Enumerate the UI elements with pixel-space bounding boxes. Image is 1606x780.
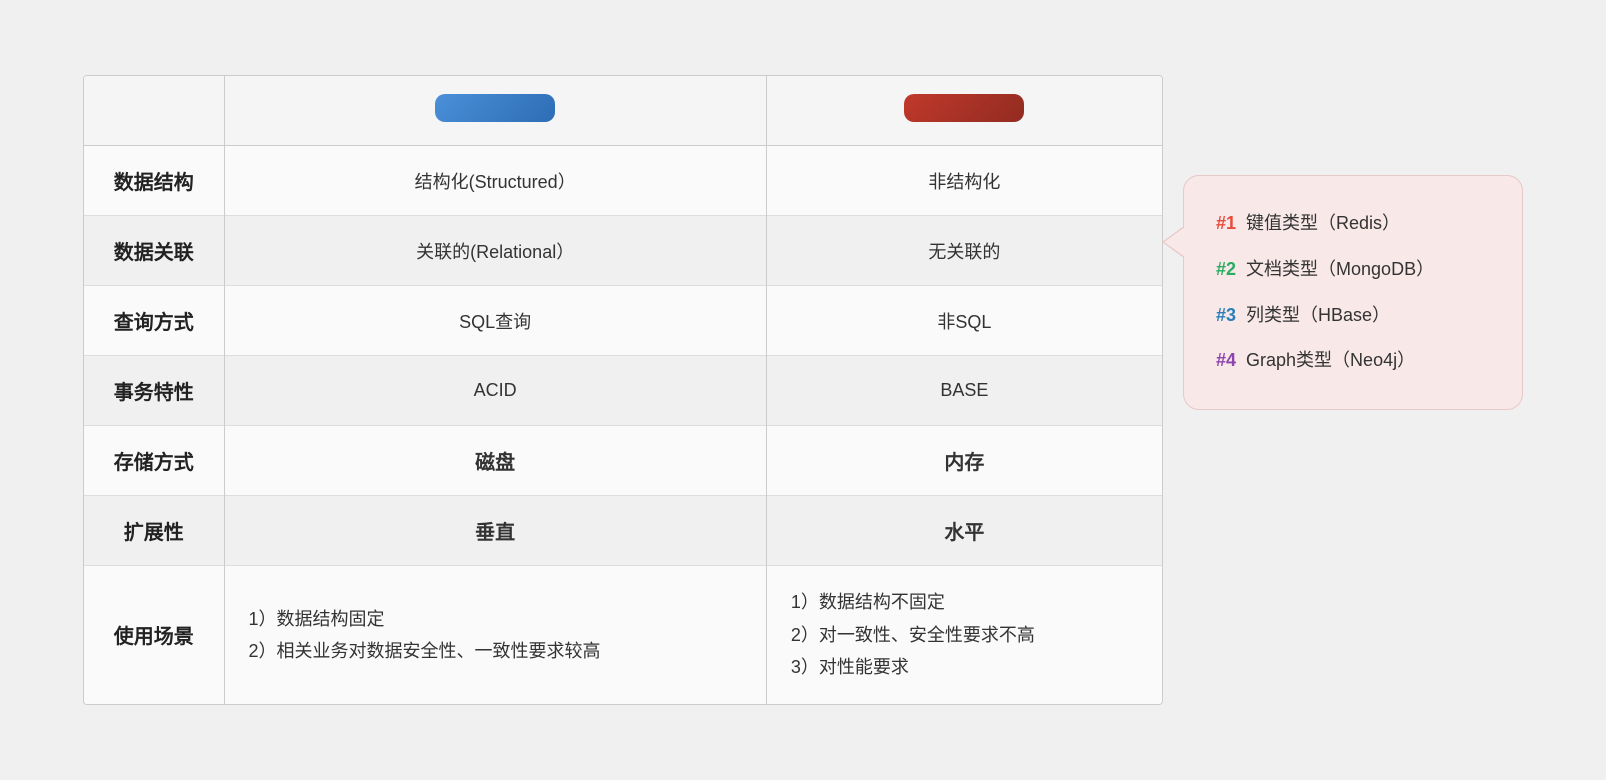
callout-number: #1 (1216, 204, 1236, 244)
sql-value: 关联的(Relational） (224, 216, 766, 286)
callout-item: #1键值类型（Redis） (1216, 204, 1490, 244)
nosql-badge (904, 94, 1024, 122)
nosql-value: 水平 (766, 496, 1162, 566)
callout-text: 键值类型（Redis） (1246, 204, 1400, 244)
sql-value: 1）数据结构固定2）相关业务对数据安全性、一致性要求较高 (224, 566, 766, 704)
sql-value: ACID (224, 356, 766, 426)
table-row: 查询方式SQL查询非SQL (84, 286, 1162, 356)
callout-text: 列类型（HBase） (1246, 296, 1390, 336)
row-label: 数据结构 (84, 146, 224, 216)
table-row: 数据结构结构化(Structured）非结构化 (84, 146, 1162, 216)
nosql-value: 无关联的 (766, 216, 1162, 286)
callout-items: #1键值类型（Redis）#2文档类型（MongoDB）#3列类型（HBase）… (1216, 204, 1490, 380)
nosql-value: 内存 (766, 426, 1162, 496)
header-empty-cell (84, 76, 224, 146)
callout-item: #4Graph类型（Neo4j） (1216, 341, 1490, 381)
table-row: 扩展性垂直水平 (84, 496, 1162, 566)
callout-wrapper: #1键值类型（Redis）#2文档类型（MongoDB）#3列类型（HBase）… (1183, 175, 1523, 409)
header-nosql-cell (766, 76, 1162, 146)
callout-number: #3 (1216, 296, 1236, 336)
row-label: 查询方式 (84, 286, 224, 356)
row-label: 存储方式 (84, 426, 224, 496)
row-label: 使用场景 (84, 566, 224, 704)
sql-value: 磁盘 (224, 426, 766, 496)
header-row (84, 76, 1162, 146)
callout-text: 文档类型（MongoDB） (1246, 250, 1434, 290)
table-row: 事务特性ACIDBASE (84, 356, 1162, 426)
callout-text: Graph类型（Neo4j） (1246, 341, 1415, 381)
sql-value: 垂直 (224, 496, 766, 566)
sql-value: 结构化(Structured） (224, 146, 766, 216)
callout-item: #3列类型（HBase） (1216, 296, 1490, 336)
table-row: 数据关联关联的(Relational）无关联的 (84, 216, 1162, 286)
row-label: 数据关联 (84, 216, 224, 286)
nosql-value: BASE (766, 356, 1162, 426)
page-container: 数据结构结构化(Structured）非结构化数据关联关联的(Relationa… (53, 45, 1553, 734)
sql-value: SQL查询 (224, 286, 766, 356)
comparison-table: 数据结构结构化(Structured）非结构化数据关联关联的(Relationa… (84, 76, 1162, 703)
header-sql-cell (224, 76, 766, 146)
nosql-value: 非结构化 (766, 146, 1162, 216)
sql-badge (435, 94, 555, 122)
row-label: 事务特性 (84, 356, 224, 426)
table-row: 使用场景1）数据结构固定2）相关业务对数据安全性、一致性要求较高1）数据结构不固… (84, 566, 1162, 704)
callout-item: #2文档类型（MongoDB） (1216, 250, 1490, 290)
table-row: 存储方式磁盘内存 (84, 426, 1162, 496)
callout-number: #2 (1216, 250, 1236, 290)
nosql-value: 1）数据结构不固定2）对一致性、安全性要求不高3）对性能要求 (766, 566, 1162, 704)
callout-box: #1键值类型（Redis）#2文档类型（MongoDB）#3列类型（HBase）… (1183, 175, 1523, 409)
nosql-value: 非SQL (766, 286, 1162, 356)
comparison-table-wrapper: 数据结构结构化(Structured）非结构化数据关联关联的(Relationa… (83, 75, 1163, 704)
table-body: 数据结构结构化(Structured）非结构化数据关联关联的(Relationa… (84, 146, 1162, 704)
callout-number: #4 (1216, 341, 1236, 381)
row-label: 扩展性 (84, 496, 224, 566)
